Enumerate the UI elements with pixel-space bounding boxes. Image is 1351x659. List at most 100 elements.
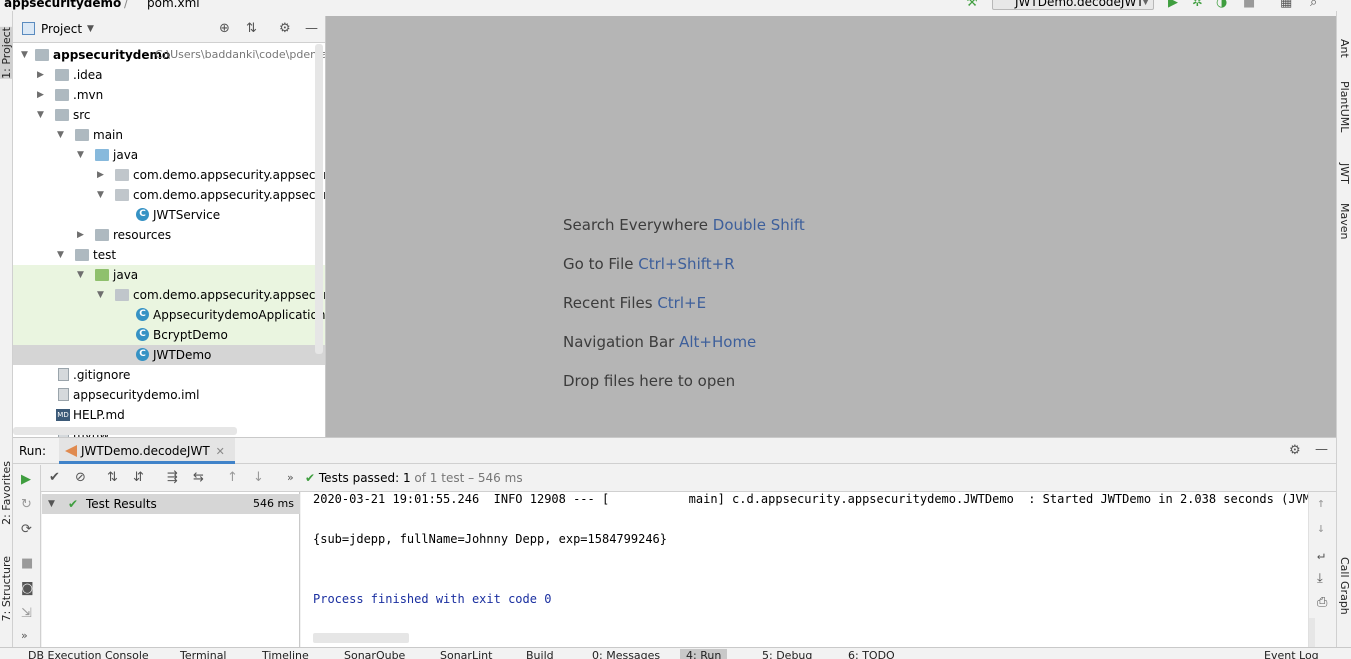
bottom-tool-bar: DB Execution Console Terminal Timeline S… (0, 647, 1351, 659)
project-panel: Project ▼ ⊕ ⇅ ⚙ — ▼ appsecuritydemo C:\U… (13, 16, 326, 437)
camera-icon[interactable]: ◙ (21, 582, 34, 596)
plantuml-tool-tab[interactable]: PlantUML (1338, 81, 1351, 132)
run-tool-tab[interactable]: 4: Run (680, 649, 728, 659)
tree-item-jwtservice[interactable]: C JWTService (13, 205, 325, 225)
more-icon[interactable]: » (287, 471, 294, 485)
console-line: Process finished with exit code 0 (313, 592, 552, 606)
export-icon[interactable]: ⇲ (21, 607, 32, 621)
project-view-title[interactable]: Project (41, 22, 82, 36)
right-tool-strip: Ant PlantUML JWT Maven Call Graph (1336, 11, 1351, 647)
print-icon[interactable]: ⎙ (1317, 596, 1327, 610)
tree-item-resources[interactable]: ▶ resources (13, 225, 325, 245)
event-log-tab[interactable]: Event Log (1264, 649, 1319, 659)
console-line: 2020-03-21 19:01:55.246 INFO 12908 --- [… (313, 492, 1336, 506)
breadcrumb-project[interactable]: appsecuritydemo (4, 0, 121, 10)
hint-drop-files: Drop files here to open (563, 372, 736, 390)
sort-alpha-icon[interactable]: ⇅ (107, 471, 118, 485)
tree-item-mvn[interactable]: ▶ .mvn (13, 85, 325, 105)
horizontal-scrollbar[interactable] (313, 633, 409, 643)
file-icon (58, 368, 69, 381)
sort-duration-icon[interactable]: ⇵ (133, 471, 144, 485)
ant-tool-tab[interactable]: Ant (1338, 39, 1351, 58)
project-tool-tab[interactable]: 1: Project (0, 27, 13, 79)
tree-item-main-java[interactable]: ▼ java (13, 145, 325, 165)
sonarlint-tab[interactable]: SonarLint (440, 649, 492, 659)
tree-item-test-java[interactable]: ▼ java (13, 265, 325, 285)
timeline-tab[interactable]: Timeline (262, 649, 309, 659)
shortcut-recent-files: Ctrl+E (657, 294, 707, 312)
tree-item-package[interactable]: ▼ com.demo.appsecurity.appsecurityd (13, 185, 325, 205)
close-icon[interactable]: ✕ (216, 445, 225, 458)
horizontal-scrollbar[interactable] (13, 427, 237, 435)
soft-wrap-icon[interactable]: ↵ (1317, 549, 1325, 563)
more-icon[interactable]: » (21, 629, 28, 643)
coverage-icon[interactable]: ◑ (1216, 0, 1227, 10)
collapse-all-icon[interactable]: ⇅ (246, 22, 257, 36)
console-output[interactable]: 2020-03-21 19:01:55.246 INFO 12908 --- [… (301, 492, 1336, 648)
tree-item-app-tests[interactable]: C AppsecuritydemoApplicationTes (13, 305, 325, 325)
tests-status: ✔ Tests passed: 1 of 1 test – 546 ms (305, 471, 523, 485)
tree-item-jwtdemo[interactable]: C JWTDemo (13, 345, 325, 365)
locate-target-icon[interactable]: ⊕ (219, 22, 230, 36)
expand-all-icon[interactable]: ⇶ (167, 471, 178, 485)
tree-item-bcryptdemo[interactable]: C BcryptDemo (13, 325, 325, 345)
tree-item-root[interactable]: ▼ appsecuritydemo C:\Users\baddanki\code… (13, 45, 325, 65)
show-ignored-icon[interactable]: ⊘ (75, 471, 86, 485)
next-test-icon[interactable]: ↓ (253, 471, 264, 485)
terminal-tab[interactable]: Terminal (180, 649, 227, 659)
chevron-down-icon[interactable]: ▼ (87, 24, 94, 34)
debug-icon[interactable]: ✲ (1192, 0, 1203, 10)
breadcrumb-file[interactable]: pom.xml (147, 0, 200, 10)
hint-search-everywhere: Search Everywhere Double Shift (563, 216, 805, 234)
project-structure-icon[interactable]: ▦ (1280, 0, 1292, 10)
stop-icon[interactable]: ■ (1243, 0, 1255, 10)
db-execution-console-tab[interactable]: DB Execution Console (28, 649, 149, 659)
build-hammer-icon[interactable]: ⚒ (966, 0, 978, 10)
tree-item-main[interactable]: ▼ main (13, 125, 325, 145)
check-icon: ✔ (68, 497, 79, 511)
tree-item-help-md[interactable]: MD HELP.md (13, 405, 325, 425)
maven-tool-tab[interactable]: Maven (1338, 203, 1351, 239)
todo-tab[interactable]: 6: TODO (848, 649, 895, 659)
collapse-all-icon[interactable]: ⇆ (193, 471, 204, 485)
show-passed-icon[interactable]: ✔ (49, 471, 60, 485)
tree-item-test[interactable]: ▼ test (13, 245, 325, 265)
debug-tab[interactable]: 5: Debug (762, 649, 812, 659)
tree-item-idea[interactable]: ▶ .idea (13, 65, 325, 85)
favorites-tool-tab[interactable]: 2: Favorites (0, 461, 13, 525)
tree-item-package[interactable]: ▶ com.demo.appsecurity.appsecurityd (13, 165, 325, 185)
down-arrow-icon[interactable]: ↓ (1317, 522, 1325, 536)
hint-navigation-bar: Navigation Bar Alt+Home (563, 333, 757, 351)
call-graph-tool-tab[interactable]: Call Graph (1338, 557, 1351, 615)
jwt-tool-tab[interactable]: JWT (1338, 163, 1351, 184)
tree-item-gitignore[interactable]: .gitignore (13, 365, 325, 385)
minimize-icon[interactable]: — (305, 22, 318, 36)
rerun-failed-icon[interactable]: ↻ (21, 498, 32, 512)
up-arrow-icon[interactable]: ↑ (1317, 497, 1325, 511)
tree-item-iml[interactable]: appsecuritydemo.iml (13, 385, 325, 405)
vertical-scrollbar[interactable] (1309, 618, 1315, 648)
stop-icon[interactable]: ■ (21, 557, 33, 571)
search-icon[interactable]: ⌕ (1310, 0, 1317, 10)
vertical-scrollbar[interactable] (315, 44, 323, 354)
gear-icon[interactable]: ⚙ (1289, 444, 1301, 458)
test-results-root[interactable]: ▼ ✔ Test Results 546 ms (42, 494, 300, 514)
run-icon[interactable]: ▶ (1168, 0, 1178, 10)
run-tab[interactable]: JWTDemo.decodeJWT ✕ (59, 438, 235, 464)
messages-tab[interactable]: 0: Messages (592, 649, 660, 659)
gear-icon[interactable]: ⚙ (279, 22, 291, 36)
shortcut-go-to-file: Ctrl+Shift+R (638, 255, 735, 273)
sonarqube-tab[interactable]: SonarQube (344, 649, 405, 659)
hint-go-to-file: Go to File Ctrl+Shift+R (563, 255, 735, 273)
tree-item-src[interactable]: ▼ src (13, 105, 325, 125)
tree-item-test-package[interactable]: ▼ com.demo.appsecurity.appsecurityd (13, 285, 325, 305)
scroll-to-end-icon[interactable]: ⤓ (1317, 572, 1323, 586)
minimize-icon[interactable]: — (1315, 443, 1328, 457)
run-configuration-select[interactable]: JWTDemo.decodeJWT ▼ (992, 0, 1154, 10)
previous-test-icon[interactable]: ↑ (227, 471, 238, 485)
toggle-auto-test-icon[interactable]: ⟳ (21, 523, 32, 537)
build-tab[interactable]: Build (526, 649, 554, 659)
console-line: {sub=jdepp, fullName=Johnny Depp, exp=15… (313, 532, 668, 546)
structure-tool-tab[interactable]: 7: Structure (0, 556, 13, 621)
rerun-icon[interactable]: ▶ (21, 473, 31, 487)
